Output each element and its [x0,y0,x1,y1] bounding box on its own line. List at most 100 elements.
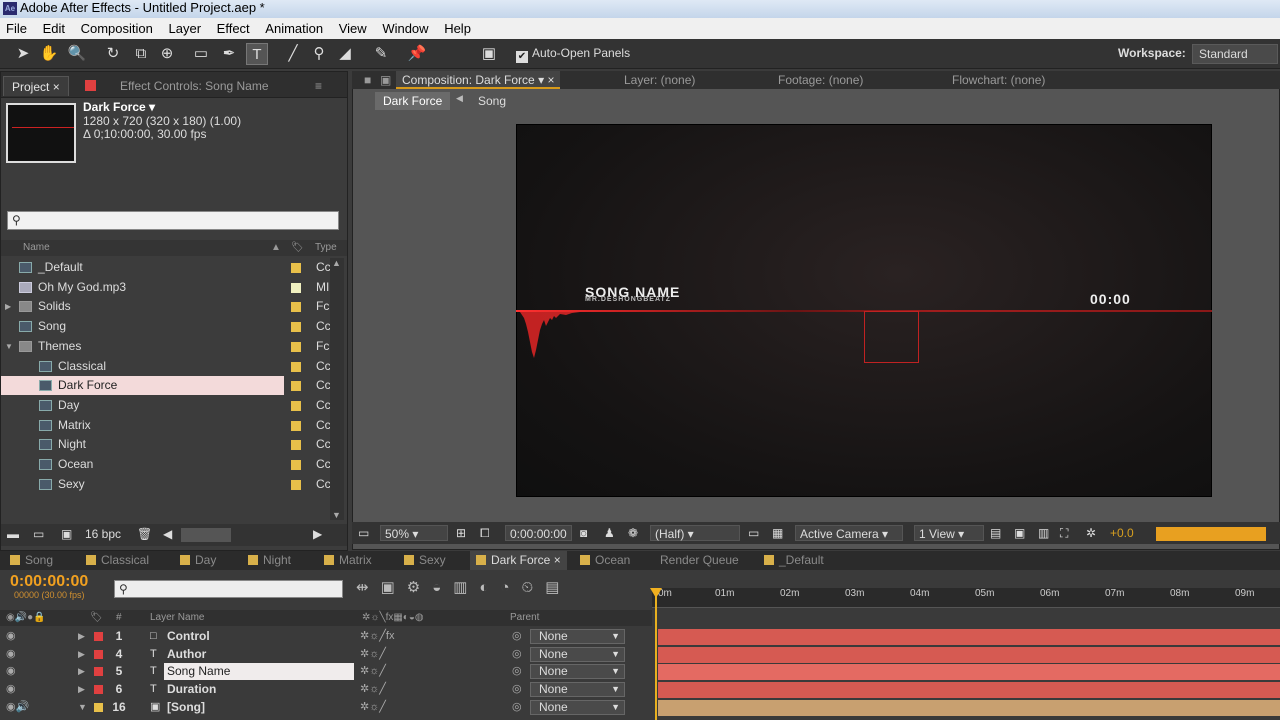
pan-behind-tool-icon[interactable]: ⊕ [156,43,178,65]
menu-composition[interactable]: Composition [75,18,159,39]
label-color-icon[interactable] [291,282,301,293]
workspace-select[interactable]: Standard [1192,44,1278,64]
scroll-left-icon[interactable]: ◀ [163,527,172,541]
col-layer-name[interactable]: Layer Name [150,610,204,626]
chevron-down-icon[interactable]: ▾ [538,73,544,87]
project-item[interactable]: _Default Cc [1,258,347,277]
eye-icon[interactable]: ◉ [6,628,16,645]
label-color-icon[interactable] [291,440,301,451]
auto-open-panels-checkbox[interactable]: ✔ Auto-Open Panels [516,46,630,63]
timeline-search-input[interactable]: ⚲ [114,580,343,598]
label-color-icon[interactable] [291,400,301,411]
new-folder-icon[interactable]: ▭ [33,527,44,541]
project-item[interactable]: Sexy Cc [1,475,347,494]
tab-effect-controls[interactable]: Effect Controls: Song Name [77,76,277,96]
playhead[interactable] [655,588,657,720]
scroll-down-icon[interactable]: ▼ [332,510,341,520]
audio-icon[interactable]: ◉🔊 [6,699,29,716]
rotate-tool-icon[interactable]: ↻ [102,43,124,65]
expand-icon[interactable]: ▶ [78,646,85,663]
region-of-interest-icon[interactable]: ▭ [748,525,759,541]
comp-name[interactable]: Dark Force ▾ [83,100,155,114]
project-search-input[interactable]: ⚲ [7,211,339,230]
label-color-icon[interactable] [291,341,301,352]
project-item[interactable]: Night Cc [1,435,347,454]
bpc-toggle[interactable]: 16 bpc [85,527,121,541]
tab-composition[interactable]: Composition: Dark Force ▾ × [396,71,561,89]
breadcrumb-dark-force[interactable]: Dark Force [375,92,451,110]
label-color-icon[interactable] [291,322,301,333]
rectangle-tool-icon[interactable]: ▭ [190,43,212,65]
collapse-icon[interactable]: ▼ [78,699,87,716]
tab-project[interactable]: Project × [3,76,69,96]
label-color-icon[interactable] [291,479,301,490]
pickwhip-icon[interactable]: ◎ [512,646,522,663]
label-color-icon[interactable] [291,420,301,431]
label-color-icon[interactable] [291,361,301,372]
layer-selection-box[interactable] [864,311,919,363]
transparency-grid-icon[interactable]: ▦ [772,525,783,541]
fast-preview-icon[interactable]: ▣ [1014,525,1025,541]
new-comp-icon[interactable]: ▣ [61,527,72,541]
exposure-bar[interactable] [1156,527,1266,541]
menu-effect[interactable]: Effect [211,18,256,39]
layer-switches-icon[interactable]: ✲☼╱ [360,699,386,716]
tab-day[interactable]: Day [180,551,216,570]
layer-switches-icon[interactable]: ✲☼╱fx [360,628,394,645]
sort-icon[interactable]: ▲ [271,240,281,256]
lock-icon[interactable]: ■ [364,71,371,89]
layer-row[interactable]: ◉ ▶ 4 T Author ✲☼╱ ◎ None ▼ [0,646,652,663]
project-item[interactable]: Day Cc [1,396,347,415]
label-color-icon[interactable] [291,460,301,470]
close-icon[interactable]: × [53,80,60,94]
menu-file[interactable]: File [0,18,33,39]
snapshot-icon[interactable]: ◙ [580,525,587,541]
exposure-reset-icon[interactable]: ✲ [1086,525,1096,541]
label-color-icon[interactable] [291,263,301,273]
project-item[interactable]: Ocean Cc [1,455,347,474]
project-item[interactable]: Oh My God.mp3 MI [1,278,347,297]
toggle-pixel-icon[interactable]: ▤ [990,525,1001,541]
always-preview-icon[interactable]: ▭ [358,525,369,541]
v-scrollbar[interactable]: ▲ ▼ [330,258,344,520]
eye-icon[interactable]: ◉ [6,663,16,680]
mask-visibility-icon[interactable]: ⧠ [480,525,490,541]
tab-footage[interactable]: Footage: (none) [778,71,863,89]
grid-icon[interactable]: ⊞ [456,525,466,541]
zoom-tool-icon[interactable]: 🔍 [66,43,88,65]
pickwhip-icon[interactable]: ◎ [512,699,522,716]
tab-sexy[interactable]: Sexy [404,551,446,570]
camera-select[interactable]: Active Camera ▾ [795,525,903,541]
layer-name[interactable]: Control [164,628,210,645]
layer-switches-icon[interactable]: ✲☼╱ [360,646,386,663]
layer-name[interactable]: Author [164,646,206,663]
expand-icon[interactable]: ▶ [78,663,85,680]
label-color-icon[interactable] [94,685,103,695]
col-name[interactable]: Name [23,240,50,256]
time-ruler[interactable]: 0m 01m 02m 03m 04m 05m 06m 07m 08m 09m [652,588,1280,608]
tab-flowchart[interactable]: Flowchart: (none) [952,71,1045,89]
layer-switches-icon[interactable]: ✲☼╱ [360,663,386,680]
eye-icon[interactable]: ◉ [6,646,16,663]
layer-duration-bar[interactable] [658,646,1280,663]
expand-icon[interactable]: ▶ [5,297,11,316]
layer-row[interactable]: ◉ ▶ 1 □ Control ✲☼╱fx ◎ None ▼ [0,628,652,645]
layer-duration-bar[interactable] [658,699,1280,716]
timeline-switches[interactable]: ⇹▣⚙◒▥◐◔⏲▤ [356,578,646,602]
layer-name[interactable]: Song Name [164,663,354,681]
pickwhip-icon[interactable]: ◎ [512,681,522,698]
project-item[interactable]: Dark Force Cc [1,376,331,396]
flowchart-icon[interactable]: ⛶ [1060,525,1068,541]
expand-icon[interactable]: ▶ [78,681,85,698]
tab-ocean[interactable]: Ocean [580,551,630,570]
scroll-up-icon[interactable]: ▲ [332,258,341,268]
puppet-pin-tool-icon[interactable]: 📌 [406,43,428,65]
tab-night[interactable]: Night [248,551,291,570]
color-channel-icon[interactable]: ❁ [628,525,638,541]
eye-icon[interactable]: ◉ [6,681,16,698]
menu-layer[interactable]: Layer [163,18,208,39]
layer-switches-icon[interactable]: ✲☼╱ [360,681,386,698]
resolution-select[interactable]: (Half) ▾ [650,525,740,541]
brush-tool-icon[interactable]: ╱ [282,43,304,65]
project-item[interactable]: ▼ Themes Fc [1,337,347,356]
